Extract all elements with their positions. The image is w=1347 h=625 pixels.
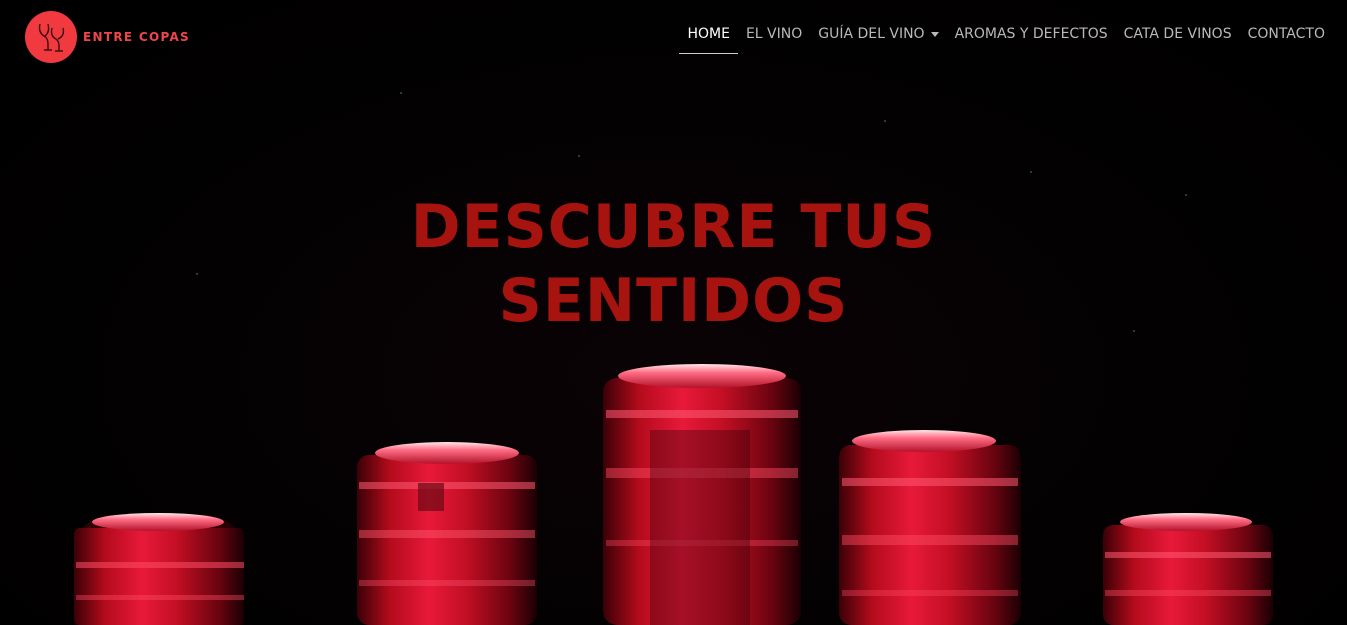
nav-guia-label: GUÍA DEL VINO xyxy=(818,26,925,42)
hero-section: DESCUBRE TUS SENTIDOS xyxy=(0,0,1347,625)
bottle-4 xyxy=(839,430,1021,625)
main-menu: HOME EL VINO GUÍA DEL VINO AROMAS Y DEFE… xyxy=(679,18,1333,54)
nav-home-label: HOME xyxy=(687,26,730,42)
wine-glasses-logo-icon xyxy=(25,11,77,63)
bottle-1 xyxy=(74,513,244,625)
caret-down-icon xyxy=(930,31,939,37)
bottle-3 xyxy=(603,364,801,625)
nav-el-vino-label: EL VINO xyxy=(745,26,803,42)
nav-aromas-y-defectos[interactable]: AROMAS Y DEFECTOS xyxy=(947,18,1116,54)
nav-aromas-label: AROMAS Y DEFECTOS xyxy=(954,26,1108,42)
nav-el-vino[interactable]: EL VINO xyxy=(738,18,810,54)
bottle-5 xyxy=(1103,513,1273,625)
navbar: ENTRE COPAS HOME EL VINO GUÍA DEL VINO A… xyxy=(0,0,1347,74)
nav-cata-label: CATA DE VINOS xyxy=(1123,26,1232,42)
brand-link[interactable]: ENTRE COPAS xyxy=(25,11,190,63)
brand-name: ENTRE COPAS xyxy=(83,30,190,44)
nav-contacto-label: CONTACTO xyxy=(1247,26,1325,42)
nav-guia-del-vino-dropdown[interactable]: GUÍA DEL VINO xyxy=(810,18,946,54)
bottle-2 xyxy=(357,442,537,625)
nav-cata-de-vinos[interactable]: CATA DE VINOS xyxy=(1116,18,1240,54)
nav-contacto[interactable]: CONTACTO xyxy=(1240,18,1333,54)
hero-title-line-2: SENTIDOS xyxy=(498,266,849,336)
hero-title-line-1: DESCUBRE TUS xyxy=(410,192,937,262)
nav-home[interactable]: HOME xyxy=(679,18,739,54)
hero-title: DESCUBRE TUS SENTIDOS xyxy=(0,190,1347,338)
